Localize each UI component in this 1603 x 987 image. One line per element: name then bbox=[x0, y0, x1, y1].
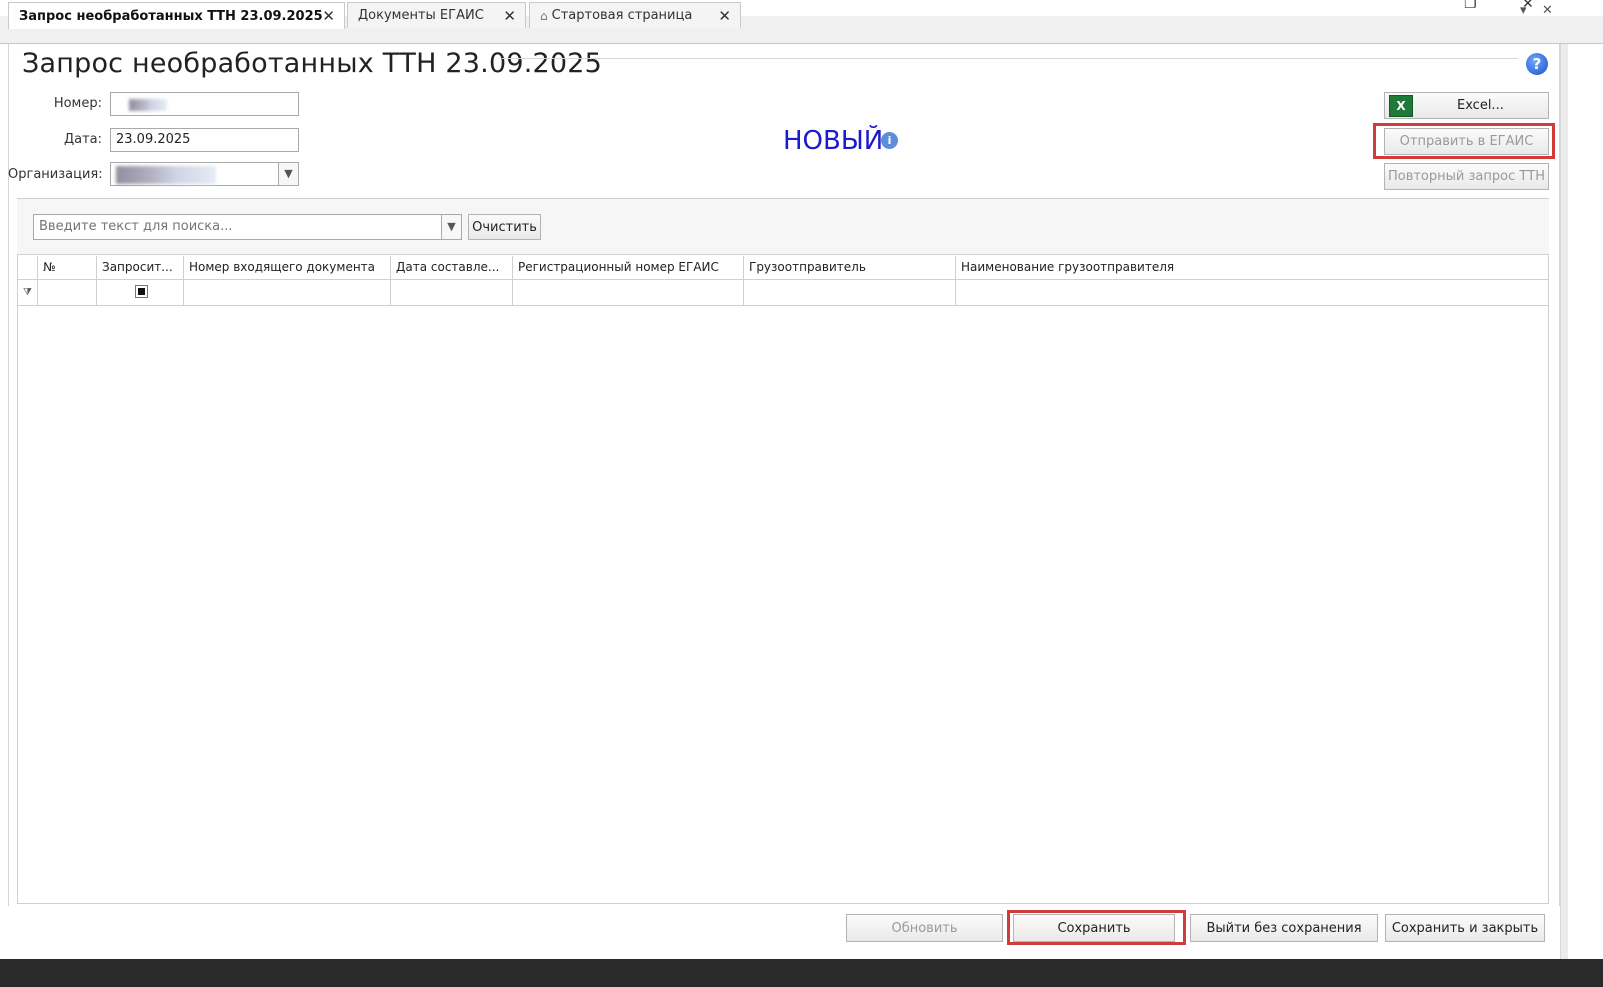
grid-header: № Запросит... Номер входящего документа … bbox=[18, 256, 1548, 280]
tab-unprocessed-ttn-request[interactable]: Запрос необработанных ТТН 23.09.2025 ✕ bbox=[8, 2, 345, 29]
tab-label: Стартовая страница bbox=[551, 8, 693, 23]
tab-start-page[interactable]: ⌂ Стартовая страница ✕ bbox=[529, 2, 741, 28]
date-label: Дата: bbox=[63, 132, 102, 147]
filter-cell-date[interactable] bbox=[391, 280, 513, 306]
date-value: 23.09.2025 bbox=[116, 132, 191, 147]
taskbar bbox=[0, 959, 1603, 987]
excel-button-label: Excel... bbox=[1457, 98, 1504, 113]
requested-filter-checkbox[interactable] bbox=[135, 285, 148, 298]
filter-cell-shipper[interactable] bbox=[744, 280, 956, 306]
tab-close-icon[interactable]: ✕ bbox=[322, 7, 335, 25]
vertical-scrollbar[interactable] bbox=[1560, 44, 1568, 959]
chevron-down-icon[interactable]: ▼ bbox=[278, 163, 298, 185]
redacted-value bbox=[129, 99, 167, 111]
refresh-button[interactable]: Обновить bbox=[846, 914, 1003, 942]
filter-icon: ⧩ bbox=[18, 280, 38, 306]
excel-button[interactable]: X Excel... bbox=[1384, 92, 1549, 119]
send-to-egais-button[interactable]: Отправить в ЕГАИС bbox=[1384, 128, 1549, 155]
number-label: Номер: bbox=[53, 96, 102, 111]
organization-label: Организация: bbox=[8, 167, 103, 182]
search-input[interactable] bbox=[34, 215, 444, 238]
column-header-date[interactable]: Дата составле... bbox=[391, 256, 513, 280]
filter-cell-shipper-name[interactable] bbox=[956, 280, 1548, 306]
excel-icon: X bbox=[1389, 94, 1413, 117]
exit-without-saving-button[interactable]: Выйти без сохранения bbox=[1190, 914, 1378, 942]
date-field[interactable]: 23.09.2025 bbox=[110, 128, 299, 152]
save-and-close-button[interactable]: Сохранить и закрыть bbox=[1385, 914, 1545, 942]
tab-label: Запрос необработанных ТТН 23.09.2025 bbox=[19, 8, 323, 24]
info-icon[interactable]: i bbox=[881, 132, 898, 149]
filter-cell-egais-reg-number[interactable] bbox=[513, 280, 744, 306]
title-divider bbox=[502, 58, 1518, 59]
column-header-shipper[interactable]: Грузоотправитель bbox=[744, 256, 956, 280]
tabs-dropdown-icon[interactable]: ▾ bbox=[1520, 3, 1527, 18]
tab-egais-documents[interactable]: Документы ЕГАИС ✕ bbox=[347, 2, 526, 28]
status-text: НОВЫЙ bbox=[783, 126, 884, 156]
help-icon[interactable]: ? bbox=[1526, 53, 1548, 75]
clear-search-button[interactable]: Очистить bbox=[468, 214, 541, 240]
tabs-close-icon[interactable]: ✕ bbox=[1542, 3, 1553, 18]
page-title: Запрос необработанных ТТН 23.09.2025 bbox=[22, 48, 603, 79]
search-field[interactable]: ▼ bbox=[33, 214, 462, 240]
organization-select[interactable]: ▼ bbox=[110, 162, 299, 186]
window-restore-icon[interactable]: ❐ bbox=[1464, 0, 1477, 12]
save-button[interactable]: Сохранить bbox=[1013, 914, 1175, 942]
grid-filter-row: ⧩ bbox=[18, 280, 1548, 306]
column-header-shipper-name[interactable]: Наименование грузоотправителя bbox=[956, 256, 1548, 280]
filter-cell-incoming-doc-number[interactable] bbox=[184, 280, 391, 306]
number-field[interactable] bbox=[110, 92, 299, 116]
column-header-egais-reg-number[interactable]: Регистрационный номер ЕГАИС bbox=[513, 256, 744, 280]
chevron-down-icon[interactable]: ▼ bbox=[441, 215, 461, 239]
home-icon: ⌂ bbox=[540, 8, 548, 23]
redacted-value bbox=[116, 166, 216, 184]
tab-close-icon[interactable]: ✕ bbox=[503, 7, 516, 25]
column-header-incoming-doc-number[interactable]: Номер входящего документа bbox=[184, 256, 391, 280]
tab-close-icon[interactable]: ✕ bbox=[718, 7, 731, 25]
column-header-requested[interactable]: Запросит... bbox=[97, 256, 184, 280]
filter-cell-number[interactable] bbox=[38, 280, 97, 306]
repeat-ttn-request-button[interactable]: Повторный запрос ТТН bbox=[1384, 163, 1549, 190]
column-header-number[interactable]: № bbox=[38, 256, 97, 280]
row-indicator-header bbox=[18, 256, 38, 280]
tab-label: Документы ЕГАИС bbox=[358, 8, 484, 23]
